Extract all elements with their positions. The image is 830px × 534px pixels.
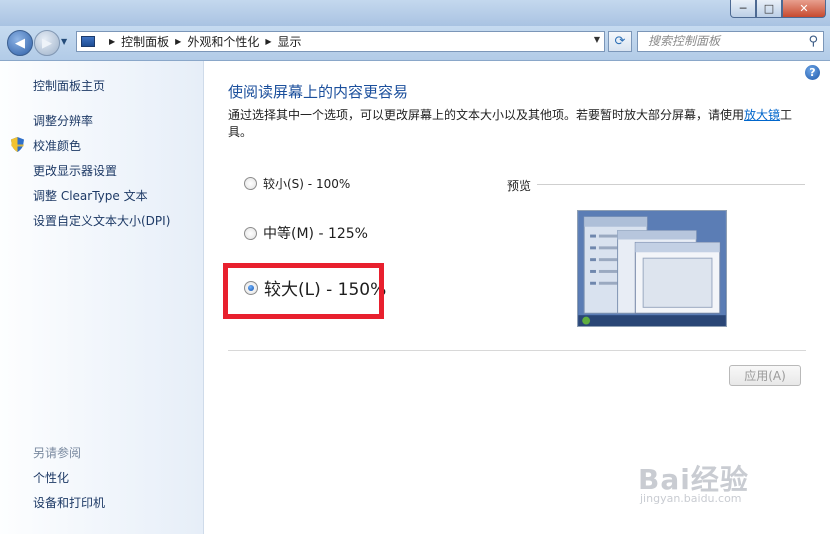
title-bar: ─ □ ✕ xyxy=(0,0,830,26)
breadcrumb-display[interactable]: 显示 xyxy=(278,33,302,50)
radio-small[interactable] xyxy=(244,177,257,190)
breadcrumb-control-panel[interactable]: 控制面板 xyxy=(121,33,169,50)
breadcrumb-separator-icon[interactable]: ▶ xyxy=(175,37,181,46)
sidebar-link-home[interactable]: 控制面板主页 xyxy=(33,77,105,94)
control-panel-icon xyxy=(81,36,95,47)
search-placeholder: 搜索控制面板 xyxy=(648,34,721,48)
sidebar-link-calibrate[interactable]: 校准颜色 xyxy=(33,137,81,154)
forward-button[interactable]: ▶ xyxy=(34,30,60,56)
sidebar: 控制面板主页 调整分辨率 校准颜色 更改显示器设置 调整 ClearType 文… xyxy=(0,61,204,534)
sidebar-link-dpi[interactable]: 设置自定义文本大小(DPI) xyxy=(33,212,170,229)
option-small[interactable]: 较小(S) - 100% xyxy=(244,175,350,192)
history-dropdown-icon[interactable]: ▼ xyxy=(61,37,67,46)
page-title: 使阅读屏幕上的内容更容易 xyxy=(228,83,409,101)
option-medium-label[interactable]: 中等(M) - 125% xyxy=(263,223,368,243)
sidebar-link-devices-printers[interactable]: 设备和打印机 xyxy=(33,494,105,511)
navigation-bar: ◀ ▶ ▼ ▶ 控制面板 ▶ 外观和个性化 ▶ 显示 ▼ ⟳ 搜索控制面板 ⚲ xyxy=(0,26,830,61)
preview-divider xyxy=(537,184,805,185)
search-icon[interactable]: ⚲ xyxy=(808,32,818,51)
back-arrow-icon: ◀ xyxy=(15,35,25,51)
breadcrumb-separator-icon[interactable]: ▶ xyxy=(265,37,271,46)
page-description: 通过选择其中一个选项，可以更改屏幕上的文本大小以及其他项。若要暂时放大部分屏幕，… xyxy=(228,107,803,141)
section-divider xyxy=(228,350,806,351)
sidebar-link-display-settings[interactable]: 更改显示器设置 xyxy=(33,162,117,179)
watermark: Bai经验 jingyan.baidu.com xyxy=(638,458,749,505)
highlight-box xyxy=(223,263,384,319)
minimize-button[interactable]: ─ xyxy=(730,0,756,18)
forward-arrow-icon: ▶ xyxy=(42,35,52,51)
address-bar[interactable]: ▶ 控制面板 ▶ 外观和个性化 ▶ 显示 ▼ xyxy=(76,31,605,52)
option-medium[interactable]: 中等(M) - 125% xyxy=(244,223,368,243)
preview-image xyxy=(577,210,727,327)
see-also-heading: 另请参阅 xyxy=(33,446,82,460)
shield-icon xyxy=(11,137,24,152)
option-small-label[interactable]: 较小(S) - 100% xyxy=(263,175,350,192)
breadcrumb-separator-icon[interactable]: ▶ xyxy=(109,37,115,46)
address-dropdown-icon[interactable]: ▼ xyxy=(594,35,600,44)
preview-label: 预览 xyxy=(507,179,532,193)
watermark-url: jingyan.baidu.com xyxy=(640,492,742,505)
sidebar-link-resolution[interactable]: 调整分辨率 xyxy=(33,112,93,129)
help-icon[interactable]: ? xyxy=(805,65,820,80)
back-button[interactable]: ◀ xyxy=(7,30,33,56)
description-text: 通过选择其中一个选项，可以更改屏幕上的文本大小以及其他项。若要暂时放大部分屏幕，… xyxy=(228,108,745,122)
window-controls: ─ □ ✕ xyxy=(730,0,826,20)
refresh-icon: ⟳ xyxy=(614,34,626,49)
search-input[interactable]: 搜索控制面板 ⚲ xyxy=(637,31,824,52)
sidebar-link-cleartype[interactable]: 调整 ClearType 文本 xyxy=(33,187,148,204)
apply-button[interactable]: 应用(A) xyxy=(729,365,801,386)
magnifier-link[interactable]: 放大镜 xyxy=(744,108,780,122)
close-button[interactable]: ✕ xyxy=(782,0,826,18)
sidebar-link-personalization[interactable]: 个性化 xyxy=(33,469,69,486)
breadcrumb-appearance[interactable]: 外观和个性化 xyxy=(187,33,259,50)
refresh-button[interactable]: ⟳ xyxy=(608,31,632,52)
maximize-button[interactable]: □ xyxy=(756,0,782,18)
radio-medium[interactable] xyxy=(244,226,257,240)
